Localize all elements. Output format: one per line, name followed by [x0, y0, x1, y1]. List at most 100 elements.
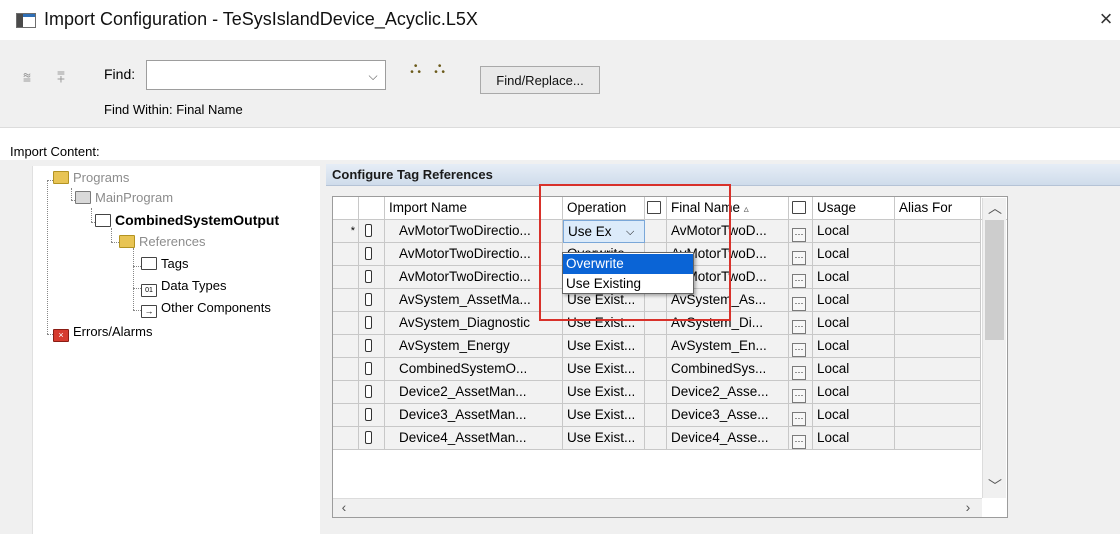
scroll-left-icon[interactable]: ‹ [335, 499, 353, 515]
final-name-cell[interactable]: AvSystem_En... [667, 335, 789, 358]
col-usage[interactable]: Usage [813, 197, 895, 220]
browse-cell[interactable]: ··· [789, 381, 813, 404]
col-usage-icon[interactable] [789, 197, 813, 220]
scroll-up-icon[interactable]: ︿ [986, 198, 1004, 218]
col-alias-for[interactable]: Alias For [895, 197, 981, 220]
alias-for-cell[interactable] [895, 335, 981, 358]
row-icon-cell [359, 381, 385, 404]
ellipsis-icon[interactable]: ··· [792, 228, 806, 242]
final-name-cell[interactable]: Device2_Asse... [667, 381, 789, 404]
import-name-cell[interactable]: AvMotorTwoDirectio... [385, 220, 563, 243]
alias-for-cell[interactable] [895, 266, 981, 289]
browse-cell[interactable]: ··· [789, 243, 813, 266]
browse-cell[interactable]: ··· [789, 289, 813, 312]
row-icon-cell [359, 358, 385, 381]
ellipsis-icon[interactable]: ··· [792, 412, 806, 426]
horizontal-scrollbar[interactable]: ‹ › [333, 498, 982, 517]
find-label: Find: [104, 66, 136, 82]
row-marker[interactable] [333, 266, 359, 289]
alias-for-cell[interactable] [895, 312, 981, 335]
ellipsis-icon[interactable]: ··· [792, 251, 806, 265]
import-name-cell[interactable]: AvSystem_Energy [385, 335, 563, 358]
app-icon [16, 13, 36, 28]
tree-programs[interactable]: Programs [53, 170, 129, 185]
alias-for-cell[interactable] [895, 427, 981, 450]
import-name-cell[interactable]: AvSystem_Diagnostic [385, 312, 563, 335]
operation-cell[interactable]: Use Exist... [563, 358, 645, 381]
row-marker[interactable] [333, 243, 359, 266]
tree-combined-system-output[interactable]: CombinedSystemOutput [95, 212, 279, 228]
ellipsis-icon[interactable]: ··· [792, 389, 806, 403]
operation-cell[interactable]: Use Exist... [563, 381, 645, 404]
final-name-cell[interactable]: Device3_Asse... [667, 404, 789, 427]
import-name-cell[interactable]: AvSystem_AssetMa... [385, 289, 563, 312]
browse-cell[interactable]: ··· [789, 312, 813, 335]
alias-for-cell[interactable] [895, 220, 981, 243]
tree-references[interactable]: References [119, 234, 205, 249]
vertical-scrollbar[interactable]: ︿ ﹀ [982, 198, 1006, 498]
browse-cell[interactable]: ··· [789, 220, 813, 243]
ellipsis-icon[interactable]: ··· [792, 274, 806, 288]
usage-cell: Local [813, 404, 895, 427]
row-marker[interactable]: * [333, 220, 359, 243]
import-name-cell[interactable]: AvMotorTwoDirectio... [385, 243, 563, 266]
program-icon [75, 191, 91, 204]
error-icon: × [53, 329, 69, 342]
browse-cell[interactable]: ··· [789, 427, 813, 450]
find-next-icon[interactable]: ⛬ [434, 60, 445, 78]
find-previous-icon[interactable]: ⛬ [410, 60, 421, 78]
tree-tags[interactable]: Tags [141, 256, 188, 271]
ellipsis-icon[interactable]: ··· [792, 320, 806, 334]
find-replace-button[interactable]: Find/Replace... [480, 66, 600, 94]
section-title: Configure Tag References [332, 167, 493, 182]
scope-down-icon[interactable]: ⩱ [52, 68, 70, 86]
window-title: Import Configuration - TeSysIslandDevice… [44, 9, 478, 29]
import-name-cell[interactable]: CombinedSystemO... [385, 358, 563, 381]
ellipsis-icon[interactable]: ··· [792, 435, 806, 449]
tree-errors-alarms[interactable]: × Errors/Alarms [53, 324, 152, 342]
operation-cell[interactable]: Use Exist... [563, 427, 645, 450]
scroll-down-icon[interactable]: ﹀ [986, 476, 1004, 496]
row-marker[interactable] [333, 427, 359, 450]
browse-cell[interactable]: ··· [789, 358, 813, 381]
usage-cell: Local [813, 243, 895, 266]
alias-for-cell[interactable] [895, 243, 981, 266]
vertical-scroll-thumb[interactable] [985, 220, 1004, 340]
alias-for-cell[interactable] [895, 289, 981, 312]
find-input[interactable] [146, 60, 386, 90]
operation-cell[interactable]: Use Exist... [563, 404, 645, 427]
browse-cell[interactable]: ··· [789, 335, 813, 358]
tree-other-components[interactable]: → Other Components [141, 300, 271, 318]
tag-icon [365, 270, 372, 283]
import-name-cell[interactable]: Device3_AssetMan... [385, 404, 563, 427]
row-marker[interactable] [333, 335, 359, 358]
col-import-name[interactable]: Import Name [385, 197, 563, 220]
row-marker[interactable] [333, 358, 359, 381]
browse-cell[interactable]: ··· [789, 404, 813, 427]
scope-up-icon[interactable]: ⩰ [18, 68, 36, 86]
final-name-cell[interactable]: Device4_Asse... [667, 427, 789, 450]
final-name-cell[interactable]: CombinedSys... [667, 358, 789, 381]
usage-cell: Local [813, 220, 895, 243]
import-name-cell[interactable]: Device2_AssetMan... [385, 381, 563, 404]
ellipsis-icon[interactable]: ··· [792, 366, 806, 380]
import-name-cell[interactable]: Device4_AssetMan... [385, 427, 563, 450]
alias-for-cell[interactable] [895, 358, 981, 381]
scroll-right-icon[interactable]: › [959, 499, 977, 515]
import-name-cell[interactable]: AvMotorTwoDirectio... [385, 266, 563, 289]
browse-cell[interactable]: ··· [789, 266, 813, 289]
row-marker[interactable] [333, 381, 359, 404]
alias-for-cell[interactable] [895, 381, 981, 404]
row-marker[interactable] [333, 289, 359, 312]
ellipsis-icon[interactable]: ··· [792, 343, 806, 357]
alias-for-cell[interactable] [895, 404, 981, 427]
row-marker[interactable] [333, 404, 359, 427]
close-icon[interactable]: × [1094, 6, 1118, 32]
row-marker[interactable] [333, 312, 359, 335]
ellipsis-icon[interactable]: ··· [792, 297, 806, 311]
tree-data-types[interactable]: 01 Data Types [141, 278, 227, 297]
usage-cell: Local [813, 289, 895, 312]
operation-cell[interactable]: Use Exist... [563, 335, 645, 358]
chevron-down-icon[interactable]: ⌵ [364, 67, 382, 85]
tree-main-program[interactable]: MainProgram [75, 190, 173, 205]
